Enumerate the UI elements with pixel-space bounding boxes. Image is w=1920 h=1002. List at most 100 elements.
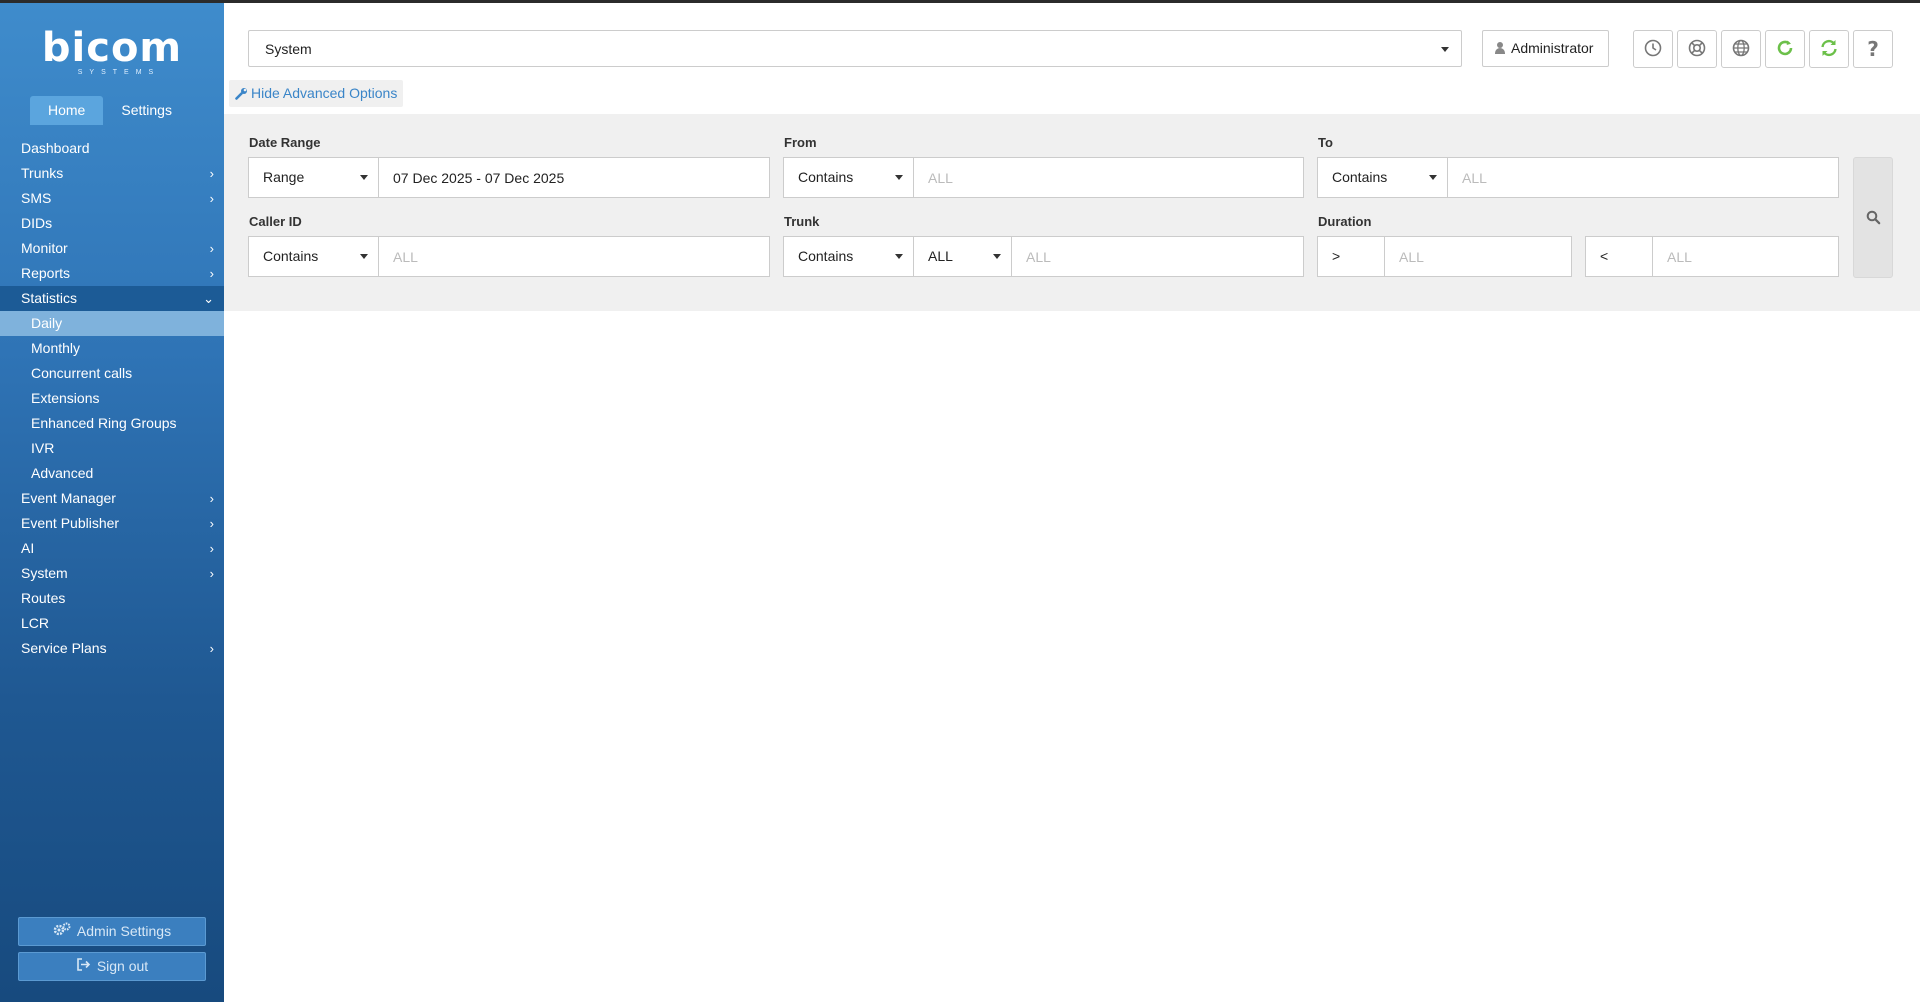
sidebar-subitem-monthly[interactable]: Monthly — [0, 336, 224, 361]
duration-lt-operator[interactable]: < — [1585, 236, 1653, 277]
duration-lt-value: < — [1600, 248, 1609, 264]
sidebar-subitem-daily[interactable]: Daily — [0, 311, 224, 336]
chevron-right-icon: › — [209, 516, 214, 531]
from-input[interactable] — [913, 157, 1304, 198]
from-mode-value: Contains — [798, 169, 854, 185]
from-mode-select[interactable]: Contains — [783, 157, 914, 198]
sync-button[interactable] — [1809, 30, 1849, 68]
caret-down-icon — [895, 254, 903, 259]
reload-button[interactable] — [1765, 30, 1805, 68]
sidebar-item-reports[interactable]: Reports › — [0, 261, 224, 286]
support-icon — [1688, 39, 1706, 60]
user-menu-button[interactable]: Administrator — [1482, 30, 1609, 67]
logo-wordmark: bicom — [41, 25, 183, 71]
sidebar-item-sms[interactable]: SMS › — [0, 186, 224, 211]
chevron-right-icon: › — [209, 566, 214, 581]
chevron-down-icon: ⌄ — [203, 291, 214, 306]
sidebar-item-label: SMS — [21, 190, 52, 206]
search-button[interactable] — [1853, 157, 1893, 278]
sidebar-item-monitor[interactable]: Monitor › — [0, 236, 224, 261]
sidebar-item-label: Event Manager — [21, 490, 116, 506]
sidebar-item-label: Service Plans — [21, 640, 107, 656]
sidebar-item-trunks[interactable]: Trunks › — [0, 161, 224, 186]
search-icon — [1866, 210, 1881, 228]
admin-settings-button[interactable]: Admin Settings — [18, 917, 206, 946]
tab-settings[interactable]: Settings — [103, 96, 190, 125]
caret-down-icon — [360, 254, 368, 259]
chevron-right-icon: › — [209, 191, 214, 206]
sidebar-item-dashboard[interactable]: Dashboard — [0, 136, 224, 161]
refresh-icon — [1775, 38, 1795, 61]
sidebar-item-label: Enhanced Ring Groups — [31, 415, 177, 431]
sidebar-subitem-extensions[interactable]: Extensions — [0, 386, 224, 411]
sidebar-item-event-publisher[interactable]: Event Publisher › — [0, 511, 224, 536]
caller-id-mode-select[interactable]: Contains — [248, 236, 379, 277]
hide-advanced-label: Hide Advanced Options — [251, 85, 398, 101]
sidebar-tabs: Home Settings — [30, 96, 190, 125]
hide-advanced-options-link[interactable]: Hide Advanced Options — [229, 80, 404, 109]
to-mode-value: Contains — [1332, 169, 1388, 185]
sidebar-item-routes[interactable]: Routes — [0, 586, 224, 611]
date-range-input[interactable] — [378, 157, 770, 198]
sidebar-subitem-concurrent-calls[interactable]: Concurrent calls — [0, 361, 224, 386]
sidebar: bicom SYSTEMS Home Settings Dashboard Tr… — [0, 0, 224, 1002]
duration-gt-operator[interactable]: > — [1317, 236, 1385, 277]
sidebar-item-label: System — [21, 565, 68, 581]
trunk-label: Trunk — [784, 214, 820, 229]
to-label: To — [1318, 135, 1333, 150]
caret-down-icon — [360, 175, 368, 180]
to-mode-select[interactable]: Contains — [1317, 157, 1448, 198]
sidebar-item-ai[interactable]: AI › — [0, 536, 224, 561]
sidebar-item-label: Advanced — [31, 465, 94, 481]
sidebar-item-lcr[interactable]: LCR — [0, 611, 224, 636]
sidebar-item-label: Event Publisher — [21, 515, 120, 531]
date-range-mode-select[interactable]: Range — [248, 157, 379, 198]
sidebar-subitem-ivr[interactable]: IVR — [0, 436, 224, 461]
sidebar-item-label: Monitor — [21, 240, 68, 256]
sidebar-item-label: LCR — [21, 615, 50, 631]
chevron-right-icon: › — [209, 641, 214, 656]
sidebar-item-system[interactable]: System › — [0, 561, 224, 586]
language-button[interactable] — [1721, 30, 1761, 68]
duration-min-input[interactable] — [1384, 236, 1572, 277]
help-button[interactable]: ? — [1853, 30, 1893, 68]
chevron-right-icon: › — [209, 266, 214, 281]
sidebar-item-label: Extensions — [31, 390, 100, 406]
duration-max-input[interactable] — [1652, 236, 1839, 277]
trunk-input[interactable] — [1011, 236, 1304, 277]
wrench-icon — [235, 82, 248, 109]
chevron-right-icon: › — [209, 241, 214, 256]
sidebar-item-statistics[interactable]: Statistics ⌄ — [0, 286, 224, 311]
tab-home[interactable]: Home — [30, 96, 104, 125]
sidebar-item-service-plans[interactable]: Service Plans › — [0, 636, 224, 661]
caret-down-icon — [895, 175, 903, 180]
sidebar-item-event-manager[interactable]: Event Manager › — [0, 486, 224, 511]
sidebar-item-label: Daily — [31, 315, 63, 331]
sign-out-label: Sign out — [96, 958, 149, 974]
user-icon — [1495, 42, 1505, 54]
history-button[interactable] — [1633, 30, 1673, 68]
trunk-select[interactable]: ALL — [913, 236, 1012, 277]
sidebar-item-label: Dashboard — [21, 140, 90, 156]
sidebar-subitem-enhanced-ring-groups[interactable]: Enhanced Ring Groups — [0, 411, 224, 436]
sidebar-subitem-advanced[interactable]: Advanced — [0, 461, 224, 486]
sidebar-item-label: Routes — [21, 590, 66, 606]
sidebar-item-label: Reports — [21, 265, 71, 281]
sign-out-button[interactable]: Sign out — [18, 952, 206, 981]
sidebar-item-label: AI — [21, 540, 35, 556]
chevron-right-icon: › — [209, 166, 214, 181]
support-button[interactable] — [1677, 30, 1717, 68]
tenant-select[interactable]: System — [248, 30, 1462, 67]
trunk-mode-select[interactable]: Contains — [783, 236, 914, 277]
user-label: Administrator — [1511, 40, 1594, 56]
from-label: From — [784, 135, 817, 150]
brand-logo[interactable]: bicom SYSTEMS — [0, 28, 224, 76]
caret-down-icon — [1441, 47, 1449, 52]
sidebar-item-dids[interactable]: DIDs — [0, 211, 224, 236]
chevron-right-icon: › — [209, 491, 214, 506]
caller-id-input[interactable] — [378, 236, 770, 277]
to-input[interactable] — [1447, 157, 1839, 198]
duration-label: Duration — [1318, 214, 1372, 229]
caret-down-icon — [993, 254, 1001, 259]
advanced-filter-panel — [224, 114, 1920, 311]
